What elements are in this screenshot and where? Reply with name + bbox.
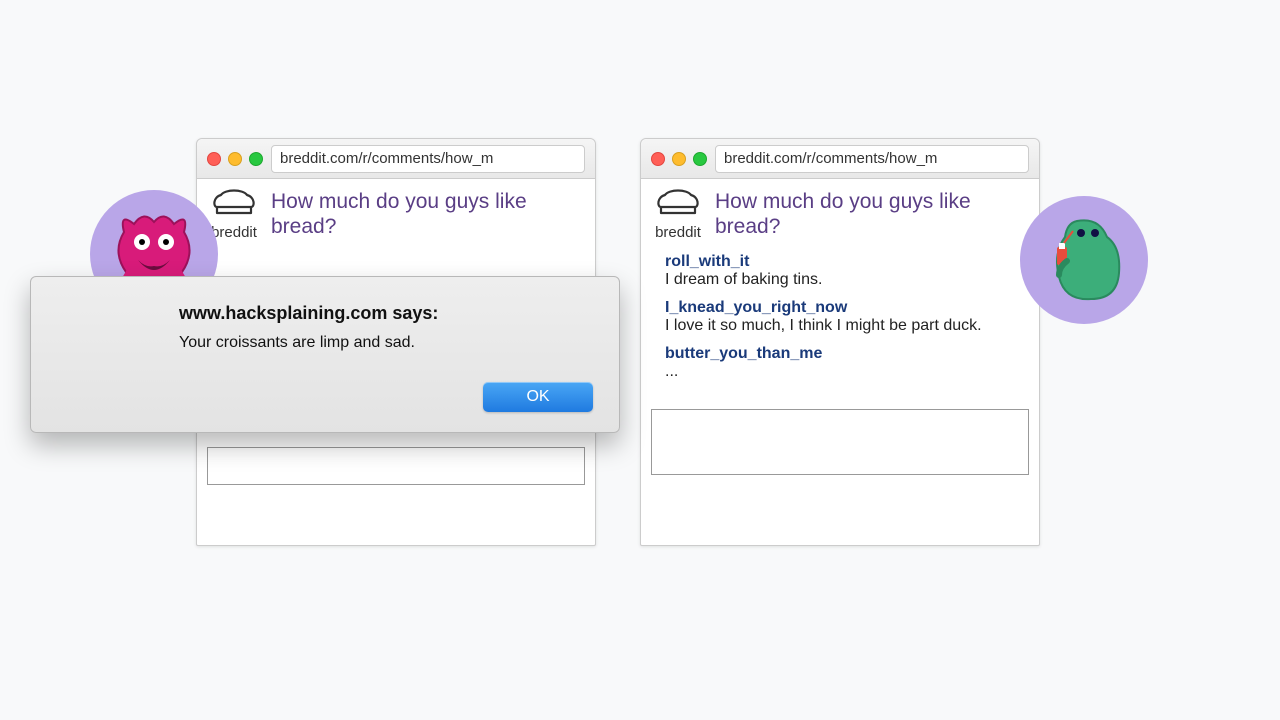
titlebar: breddit.com/r/comments/how_m bbox=[641, 139, 1039, 179]
comment: roll_with_it I dream of baking tins. bbox=[665, 253, 1015, 289]
url-bar[interactable]: breddit.com/r/comments/how_m bbox=[271, 145, 585, 173]
browser-window-right: breddit.com/r/comments/how_m breddit How… bbox=[640, 138, 1040, 546]
traffic-lights bbox=[651, 152, 707, 166]
reply-box[interactable] bbox=[207, 447, 585, 485]
comment: butter_you_than_me ... bbox=[665, 345, 1015, 381]
close-icon[interactable] bbox=[207, 152, 221, 166]
alert-actions: OK bbox=[179, 382, 593, 412]
maximize-icon[interactable] bbox=[693, 152, 707, 166]
site-label: breddit bbox=[211, 224, 257, 241]
minimize-icon[interactable] bbox=[672, 152, 686, 166]
avatar-right bbox=[1020, 196, 1148, 324]
page-title: How much do you guys like bread? bbox=[715, 189, 1025, 239]
site-label: breddit bbox=[655, 224, 701, 241]
comment-username[interactable]: I_knead_you_right_now bbox=[665, 299, 1015, 317]
minimize-icon[interactable] bbox=[228, 152, 242, 166]
url-text: breddit.com/r/comments/how_m bbox=[724, 150, 937, 167]
comments-list: roll_with_it I dream of baking tins. I_k… bbox=[641, 247, 1039, 401]
ok-button[interactable]: OK bbox=[483, 382, 593, 412]
reply-box[interactable] bbox=[651, 409, 1029, 475]
bread-icon bbox=[211, 187, 257, 222]
page-header: breddit How much do you guys like bread? bbox=[197, 179, 595, 247]
comment-text: ... bbox=[665, 363, 1015, 381]
comment-username[interactable]: butter_you_than_me bbox=[665, 345, 1015, 363]
url-bar[interactable]: breddit.com/r/comments/how_m bbox=[715, 145, 1029, 173]
site-logo[interactable]: breddit bbox=[655, 187, 701, 241]
alert-message: Your croissants are limp and sad. bbox=[179, 334, 593, 352]
url-text: breddit.com/r/comments/how_m bbox=[280, 150, 493, 167]
close-icon[interactable] bbox=[651, 152, 665, 166]
comment-username[interactable]: roll_with_it bbox=[665, 253, 1015, 271]
comment: I_knead_you_right_now I love it so much,… bbox=[665, 299, 1015, 335]
page-header: breddit How much do you guys like bread? bbox=[641, 179, 1039, 247]
green-monster-icon bbox=[1029, 203, 1139, 318]
bread-icon bbox=[655, 187, 701, 222]
maximize-icon[interactable] bbox=[249, 152, 263, 166]
comment-text: I dream of baking tins. bbox=[665, 271, 1015, 289]
page-title: How much do you guys like bread? bbox=[271, 189, 581, 239]
traffic-lights bbox=[207, 152, 263, 166]
comment-text: I love it so much, I think I might be pa… bbox=[665, 317, 1015, 335]
alert-dialog: www.hacksplaining.com says: Your croissa… bbox=[30, 276, 620, 433]
alert-title: www.hacksplaining.com says: bbox=[179, 303, 593, 324]
site-logo[interactable]: breddit bbox=[211, 187, 257, 241]
titlebar: breddit.com/r/comments/how_m bbox=[197, 139, 595, 179]
